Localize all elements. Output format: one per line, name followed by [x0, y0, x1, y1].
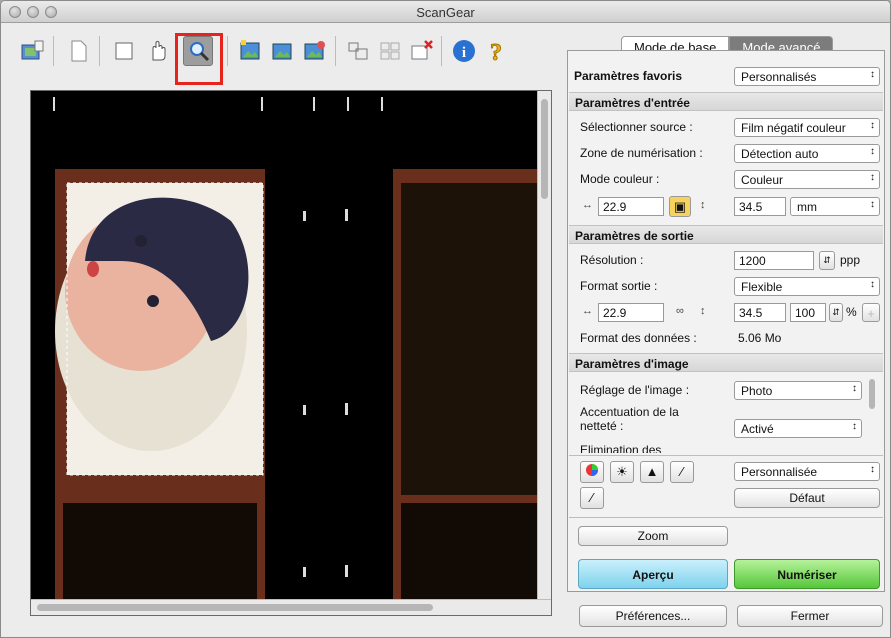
- svg-text:?: ?: [490, 40, 502, 66]
- saturation-icon[interactable]: [580, 461, 604, 483]
- info-icon[interactable]: i: [449, 36, 479, 66]
- image-adjust-select[interactable]: Photo: [734, 381, 862, 400]
- move-hand-icon[interactable]: [143, 36, 173, 66]
- final-review-icon[interactable]: ∕: [580, 487, 604, 509]
- image-settings-header[interactable]: Paramètres d'image: [569, 353, 883, 372]
- scangear-window: ScanGear i ? Mode de base Mode avancé Pa…: [0, 0, 891, 638]
- input-height-field[interactable]: 34.5: [734, 197, 786, 216]
- resolution-field[interactable]: 1200: [734, 251, 814, 270]
- close-button[interactable]: Fermer: [737, 605, 883, 627]
- scan-area-label: Zone de numérisation :: [580, 146, 703, 160]
- sharpness-label-2: netteté :: [580, 419, 624, 433]
- tone-preset-select[interactable]: Personnalisée: [734, 462, 880, 481]
- color-mode-select[interactable]: Couleur: [734, 170, 880, 189]
- image-adjust-label: Réglage de l'image :: [580, 383, 690, 397]
- favorites-select[interactable]: Personnalisés: [734, 67, 880, 86]
- favorites-label: Paramètres favoris: [574, 69, 683, 83]
- settings-panel: Paramètres favoris Personnalisés Paramèt…: [567, 50, 885, 592]
- scale-stepper[interactable]: ⇵: [829, 303, 843, 322]
- scale-unit: %: [846, 305, 857, 319]
- zoom-tool-highlight: [175, 33, 223, 85]
- multi-crop-icon[interactable]: [343, 36, 373, 66]
- scale-field[interactable]: 100: [790, 303, 826, 322]
- preview-area[interactable]: [30, 90, 552, 616]
- select-all-icon[interactable]: [267, 36, 297, 66]
- resolution-label: Résolution :: [580, 253, 644, 267]
- source-select[interactable]: Film négatif couleur: [734, 118, 880, 137]
- dust-removal-label: Elimination des: [580, 443, 662, 453]
- output-height-icon: ↕: [700, 305, 706, 317]
- scan-area-select[interactable]: Détection auto: [734, 144, 880, 163]
- input-settings-header[interactable]: Paramètres d'entrée: [569, 92, 883, 111]
- clear-icon[interactable]: [63, 36, 93, 66]
- output-height-field[interactable]: 34.5: [734, 303, 786, 322]
- thumbnail-icon[interactable]: [375, 36, 405, 66]
- sharpness-select[interactable]: Activé: [734, 419, 862, 438]
- output-size-label: Format sortie :: [580, 279, 658, 293]
- output-width-icon: ↔: [582, 305, 593, 317]
- output-settings-header[interactable]: Paramètres de sortie: [569, 225, 883, 244]
- data-size-value: 5.06 Mo: [738, 331, 782, 345]
- image-settings-scrollbar[interactable]: [867, 377, 877, 453]
- rotate-image-icon[interactable]: [17, 36, 47, 66]
- aspect-ratio-lock-icon[interactable]: ▣: [669, 196, 691, 217]
- brightness-contrast-icon[interactable]: ☀: [610, 461, 634, 483]
- toolbar: i ?: [1, 24, 561, 76]
- data-size-label: Format des données :: [580, 331, 697, 345]
- scan-button[interactable]: Numériser: [734, 559, 880, 589]
- tone-curve-icon[interactable]: ∕: [670, 461, 694, 483]
- auto-crop-icon[interactable]: [235, 36, 265, 66]
- resolution-unit: ppp: [840, 253, 861, 267]
- zoom-button[interactable]: Zoom: [578, 526, 728, 546]
- film-preview-image: [31, 91, 539, 601]
- width-icon: ↔: [582, 199, 593, 211]
- preview-horizontal-scrollbar[interactable]: [31, 599, 551, 615]
- sharpness-label-1: Accentuation de la: [580, 405, 679, 419]
- help-icon[interactable]: ?: [481, 36, 511, 67]
- height-icon: ↕: [700, 199, 706, 211]
- svg-text:i: i: [462, 45, 466, 61]
- crop-icon[interactable]: [109, 36, 139, 66]
- preferences-button[interactable]: Préférences...: [579, 605, 727, 627]
- preview-button[interactable]: Aperçu: [578, 559, 728, 589]
- window-title: ScanGear: [416, 5, 475, 20]
- default-button[interactable]: Défaut: [734, 488, 880, 508]
- source-label: Sélectionner source :: [580, 120, 693, 134]
- color-mode-label: Mode couleur :: [580, 172, 660, 186]
- unit-select[interactable]: mm: [790, 197, 880, 216]
- title-bar: ScanGear: [1, 1, 890, 23]
- input-width-field[interactable]: 22.9: [598, 197, 664, 216]
- add-size-button[interactable]: +: [862, 303, 880, 322]
- preview-vertical-scrollbar[interactable]: [537, 91, 551, 601]
- invert-icon[interactable]: [299, 36, 329, 66]
- output-width-field[interactable]: 22.9: [598, 303, 664, 322]
- resolution-stepper[interactable]: ⇵: [819, 251, 835, 270]
- remove-crop-icon[interactable]: [407, 36, 437, 66]
- histogram-icon[interactable]: ▲: [640, 461, 664, 483]
- output-size-select[interactable]: Flexible: [734, 277, 880, 296]
- link-icon: ∞: [676, 305, 684, 317]
